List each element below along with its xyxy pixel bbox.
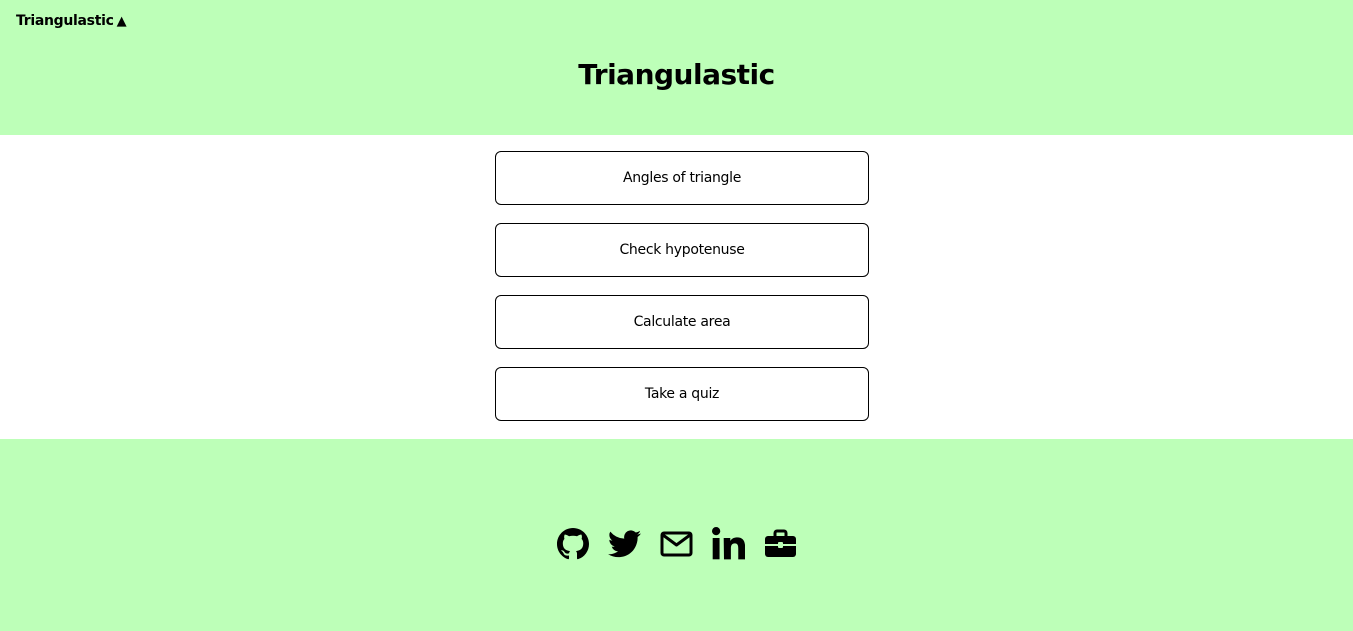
github-icon[interactable] [556, 527, 589, 560]
mail-icon[interactable] [660, 527, 693, 560]
social-links [0, 527, 1353, 560]
brand-text: Triangulastic [16, 13, 114, 29]
briefcase-icon[interactable] [764, 527, 797, 560]
twitter-icon[interactable] [608, 527, 641, 560]
angles-of-triangle-button[interactable]: Angles of triangle [495, 151, 869, 205]
check-hypotenuse-button[interactable]: Check hypotenuse [495, 223, 869, 277]
page-title: Triangulastic [578, 58, 775, 91]
brand-link[interactable]: Triangulastic ▲ [16, 13, 127, 29]
triangle-icon: ▲ [116, 14, 127, 29]
menu-list: Angles of triangle Check hypotenuse Calc… [0, 135, 1353, 439]
page-header: Triangulastic ▲ Triangulastic [0, 0, 1353, 135]
take-a-quiz-button[interactable]: Take a quiz [495, 367, 869, 421]
page-footer [0, 439, 1353, 631]
calculate-area-button[interactable]: Calculate area [495, 295, 869, 349]
linkedin-icon[interactable] [712, 527, 745, 560]
